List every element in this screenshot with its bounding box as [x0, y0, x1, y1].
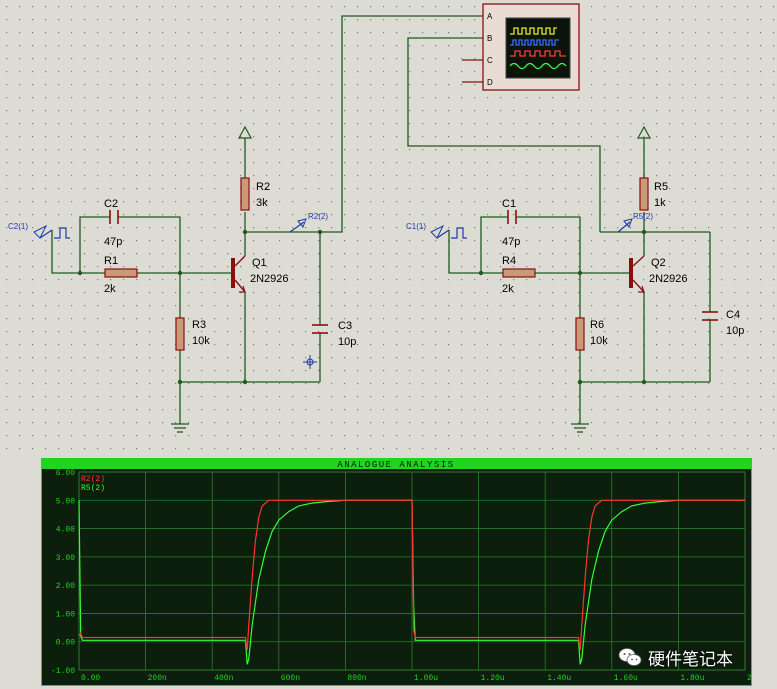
c4-name: C4 — [726, 309, 740, 321]
wechat-icon — [618, 648, 642, 666]
legend-entry: R2(2) — [81, 475, 105, 484]
c2-value: 47p — [104, 236, 122, 248]
watermark-text: 硬件笔记本 — [648, 649, 733, 670]
c4-value: 10p — [726, 325, 744, 337]
c3-value: 10p — [338, 336, 356, 348]
r6-value: 10k — [590, 335, 608, 347]
x-tick-label: 1.80u — [680, 674, 704, 683]
q1-value: 2N2926 — [250, 273, 289, 285]
y-tick-label: 5.00 — [56, 497, 75, 506]
r2-value: 3k — [256, 197, 268, 209]
x-tick-label: 1.60u — [614, 674, 638, 683]
r5-value: 1k — [654, 197, 666, 209]
graph-title: ANALOGUE ANALYSIS — [337, 460, 454, 470]
right-gen-label: C1(1) — [406, 222, 426, 231]
x-tick-label: 800n — [347, 674, 366, 683]
r4-name: R4 — [502, 255, 516, 267]
y-tick-label: 0.00 — [56, 639, 75, 648]
legend: R2(2)R5(2) — [81, 475, 105, 493]
c2-name: C2 — [104, 198, 118, 210]
x-tick-label: 0.00 — [81, 674, 100, 683]
q1-name: Q1 — [252, 257, 267, 269]
x-tick-label: 1.40u — [547, 674, 571, 683]
r5-name: R5 — [654, 181, 668, 193]
c1-value: 47p — [502, 236, 520, 248]
y-tick-label: 3.00 — [56, 554, 75, 563]
legend-entry: R5(2) — [81, 484, 105, 493]
x-tick-label: 1.20u — [481, 674, 505, 683]
r1-value: 2k — [104, 283, 116, 295]
scope-channel-c: C — [487, 56, 493, 65]
x-tick-label: 400n — [214, 674, 233, 683]
scope-channel-a: A — [487, 12, 493, 21]
right-probe-label: R5(2) — [633, 212, 653, 221]
y-tick-label: 2.00 — [56, 582, 75, 591]
y-tick-label: 1.00 — [56, 610, 75, 619]
scope-channel-d: D — [487, 78, 493, 87]
watermark: 硬件笔记本 — [618, 640, 758, 674]
r6-name: R6 — [590, 319, 604, 331]
r3-name: R3 — [192, 319, 206, 331]
c3-name: C3 — [338, 320, 352, 332]
y-tick-label: -1.00 — [51, 667, 75, 676]
c1-name: C1 — [502, 198, 516, 210]
r1-name: R1 — [104, 255, 118, 267]
x-tick-label: 200n — [148, 674, 167, 683]
r3-value: 10k — [192, 335, 210, 347]
r2-name: R2 — [256, 181, 270, 193]
q2-value: 2N2926 — [649, 273, 688, 285]
scope-channel-b: B — [487, 34, 492, 43]
x-tick-label: 2.00u — [747, 674, 752, 683]
q2-name: Q2 — [651, 257, 666, 269]
r4-value: 2k — [502, 283, 514, 295]
left-probe-label: R2(2) — [308, 212, 328, 221]
left-gen-label: C2(1) — [8, 222, 28, 231]
x-tick-label: 1.00u — [414, 674, 438, 683]
y-tick-label: 4.00 — [56, 526, 75, 535]
schematic-canvas: C2(1) C2 47p R1 2k R3 10k R2 3k C3 10p Q… — [0, 0, 777, 458]
y-tick-label: 6.00 — [56, 469, 75, 478]
x-tick-label: 600n — [281, 674, 300, 683]
